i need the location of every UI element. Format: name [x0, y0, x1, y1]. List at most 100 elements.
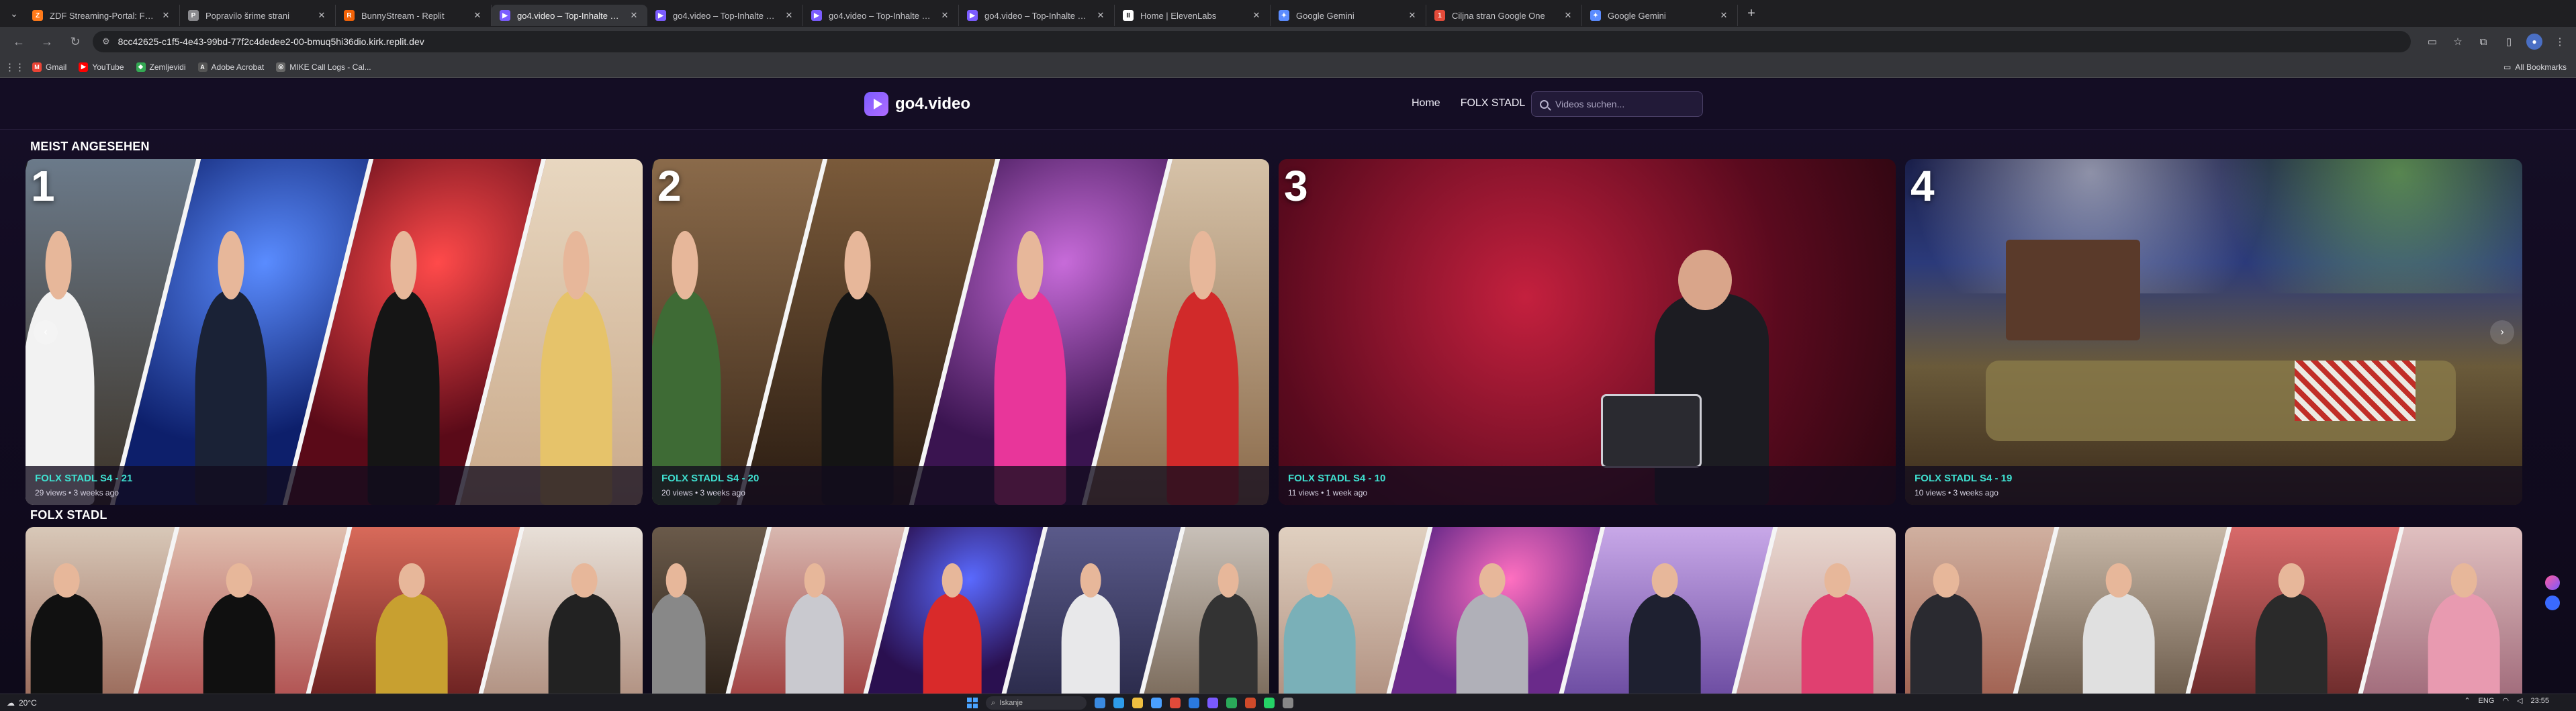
volume-icon[interactable]: ◁	[2517, 696, 2522, 705]
nav-home[interactable]: Home	[1410, 95, 1442, 112]
video-card[interactable]: 4 FOLX STADL S4 - 19 10 views • 3 weeks …	[1905, 159, 2522, 505]
video-card[interactable]: 2 FOLX STADL S4 - 20 20 views • 3 weeks …	[652, 159, 1269, 505]
file-explorer-icon[interactable]	[1132, 698, 1143, 708]
video-meta: 20 views • 3 weeks ago	[661, 488, 745, 497]
nav-folx-stadl[interactable]: FOLX STADL	[1459, 95, 1527, 112]
word-icon[interactable]	[1189, 698, 1199, 708]
search-icon	[1540, 99, 1549, 109]
video-title[interactable]: FOLX STADL S4 - 20	[661, 473, 1260, 484]
video-card[interactable]	[652, 527, 1269, 694]
excel-icon[interactable]	[1226, 698, 1237, 708]
task-view-icon[interactable]	[1095, 698, 1105, 708]
tab-favicon-icon: II	[1123, 10, 1134, 21]
bookmark-item[interactable]: A Adobe Acrobat	[197, 62, 264, 72]
chrome-icon[interactable]	[1170, 698, 1181, 708]
site-logo[interactable]: go4.video	[864, 92, 970, 116]
search-icon: ⌕	[991, 698, 996, 707]
edge-icon[interactable]	[1113, 698, 1124, 708]
tab-close-icon[interactable]: ✕	[316, 10, 327, 21]
clock[interactable]: 23:55	[2530, 697, 2549, 705]
tab-strip: Z ZDF Streaming-Portal: Filme, Se... ✕ P Pop…	[24, 1, 1738, 26]
tab-title: ZDF Streaming-Portal: Filme, Se...	[50, 10, 154, 21]
tab-title: go4.video – Top-Inhalte von Fo...	[984, 10, 1089, 21]
tab-close-icon[interactable]: ✕	[1407, 10, 1418, 21]
tab-close-icon[interactable]: ✕	[939, 10, 950, 21]
app-icon[interactable]	[1207, 698, 1218, 708]
tab-search-chevron-icon[interactable]: ⌄	[4, 3, 24, 23]
os-taskbar: ☁ 20°C ⌕ Iskanje ⌃ ENG ◠ ◁ 23:55	[0, 694, 2576, 711]
taskbar-search[interactable]: ⌕ Iskanje	[986, 696, 1087, 710]
browser-menu-icon[interactable]: ⋮	[2552, 34, 2568, 50]
browser-tab[interactable]: Z ZDF Streaming-Portal: Filme, Se... ✕	[24, 5, 180, 26]
browser-tab[interactable]: ▶ go4.video – Top-Inhalte von Fo... ✕	[803, 5, 959, 26]
all-bookmarks-button[interactable]: ▭ All Bookmarks	[2503, 62, 2567, 72]
bookmark-item[interactable]: M Gmail	[32, 62, 66, 72]
carousel-prev-button[interactable]: ‹	[34, 320, 58, 344]
profile-avatar[interactable]: ●	[2526, 34, 2542, 50]
tab-close-icon[interactable]: ✕	[160, 10, 171, 21]
site-search[interactable]	[1531, 91, 1703, 117]
language-indicator[interactable]: ENG	[2479, 697, 2495, 705]
tab-close-icon[interactable]: ✕	[629, 10, 639, 21]
bookmark-label: MIKE Call Logs - Cal...	[289, 62, 371, 72]
tab-favicon-icon: ▶	[967, 10, 978, 21]
bookmark-item[interactable]: ▶ YouTube	[79, 62, 124, 72]
back-button[interactable]: ←	[8, 31, 30, 52]
bookmark-item[interactable]: ◎ MIKE Call Logs - Cal...	[276, 62, 371, 72]
video-title[interactable]: FOLX STADL S4 - 10	[1288, 473, 1886, 484]
section-title-top: MEIST ANGESEHEN	[30, 140, 150, 153]
bookmark-list: M Gmail ▶ YouTube ◆ Zemljevidi A Adobe Acrobat ◎…	[32, 62, 371, 72]
browser-tab[interactable]: 1 Ciljna stran Google One ✕	[1426, 5, 1582, 26]
floating-widget-icon[interactable]	[2545, 575, 2560, 590]
tab-title: go4.video – Top-Inhalte von Fo...	[673, 10, 777, 21]
video-title[interactable]: FOLX STADL S4 - 19	[1915, 473, 2513, 484]
bookmark-label: YouTube	[92, 62, 124, 72]
tab-close-icon[interactable]: ✕	[784, 10, 794, 21]
tab-close-icon[interactable]: ✕	[1251, 10, 1262, 21]
tab-favicon-icon: P	[188, 10, 199, 21]
tab-close-icon[interactable]: ✕	[1563, 10, 1573, 21]
chevron-up-icon[interactable]: ⌃	[2464, 696, 2470, 705]
site-info-icon[interactable]: ⚙	[102, 36, 110, 47]
powerpoint-icon[interactable]	[1245, 698, 1256, 708]
bookmark-star-icon[interactable]: ☆	[2450, 34, 2466, 50]
windows-start-icon[interactable]	[967, 698, 978, 708]
floating-chat-icon[interactable]	[2545, 596, 2560, 610]
browser-tab[interactable]: ▶ go4.video – Top-Inhalte von Fo... ✕	[492, 5, 647, 26]
browser-tab[interactable]: P Popravilo šrime strani ✕	[180, 5, 336, 26]
toolbar-actions: ▭ ☆ ⧉ ▯ ● ⋮	[2424, 34, 2568, 50]
tab-close-icon[interactable]: ✕	[1718, 10, 1729, 21]
reload-button[interactable]: ↻	[64, 31, 86, 52]
folder-icon: ▭	[2503, 62, 2512, 72]
sidepanel-icon[interactable]: ▯	[2501, 34, 2517, 50]
wifi-icon[interactable]: ◠	[2502, 696, 2509, 705]
extensions-icon[interactable]: ⧉	[2475, 34, 2491, 50]
bookmarks-bar: ⋮⋮ M Gmail ▶ YouTube ◆ Zemljevidi A Adobe Acrob…	[0, 56, 2576, 78]
settings-icon[interactable]	[1283, 698, 1293, 708]
tab-close-icon[interactable]: ✕	[472, 10, 483, 21]
forward-button[interactable]: →	[36, 31, 58, 52]
browser-tab[interactable]: ✦ Google Gemini ✕	[1582, 5, 1738, 26]
video-card[interactable]	[1905, 527, 2522, 694]
address-bar[interactable]: ⚙ 8cc42625-c1f5-4e43-99bd-77f2c4dedee2-0…	[93, 31, 2411, 52]
apps-grid-icon[interactable]: ⋮⋮	[5, 59, 25, 75]
browser-tab[interactable]: ✦ Google Gemini ✕	[1271, 5, 1426, 26]
video-card[interactable]: 1 FOLX STADL S4 - 21 29 views • 3 weeks …	[26, 159, 643, 505]
browser-tab[interactable]: ▶ go4.video – Top-Inhalte von Fo... ✕	[959, 5, 1115, 26]
video-card[interactable]	[26, 527, 643, 694]
mail-icon[interactable]	[1151, 698, 1162, 708]
browser-tab[interactable]: II Home | ElevenLabs ✕	[1115, 5, 1271, 26]
bookmark-item[interactable]: ◆ Zemljevidi	[136, 62, 186, 72]
cast-icon[interactable]: ▭	[2424, 34, 2440, 50]
search-input[interactable]	[1555, 99, 1690, 109]
tab-close-icon[interactable]: ✕	[1095, 10, 1106, 21]
carousel-next-button[interactable]: ›	[2490, 320, 2514, 344]
whatsapp-icon[interactable]	[1264, 698, 1275, 708]
browser-tab[interactable]: R BunnyStream - Replit ✕	[336, 5, 492, 26]
video-card[interactable]	[1279, 527, 1896, 694]
video-title[interactable]: FOLX STADL S4 - 21	[35, 473, 633, 484]
weather-widget[interactable]: ☁ 20°C	[7, 698, 37, 708]
new-tab-button[interactable]: +	[1741, 3, 1762, 24]
video-card[interactable]: 3 FOLX STADL S4 - 10 11 views • 1 week a…	[1279, 159, 1896, 505]
browser-tab[interactable]: ▶ go4.video – Top-Inhalte von Fo... ✕	[647, 5, 803, 26]
